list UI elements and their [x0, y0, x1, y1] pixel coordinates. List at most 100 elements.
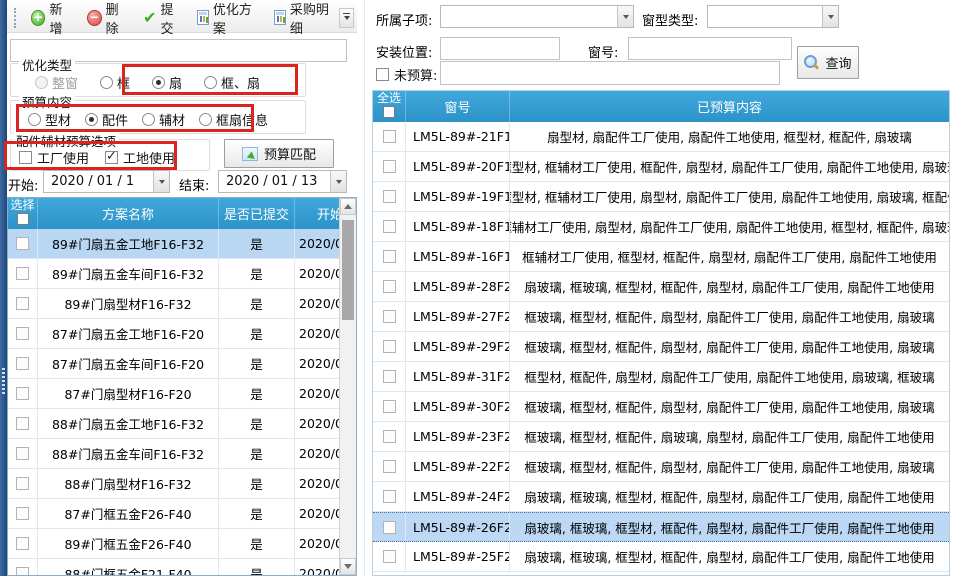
row-select-cell[interactable]: [373, 513, 406, 541]
row-checkbox[interactable]: [383, 130, 396, 143]
plan-table-row[interactable]: 87#门框五金F26-F40是2020/0: [8, 499, 340, 529]
row-checkbox[interactable]: [16, 507, 29, 520]
budget-table-row[interactable]: LM5L-89#-31F29框型材, 框配件, 扇型材, 扇配件工厂使用, 扇配…: [373, 362, 949, 392]
plan-table-row[interactable]: 88#门框五金F21-F40是2020/0: [8, 559, 340, 576]
budget-table-row[interactable]: LM5L-89#-30F28框玻璃, 框型材, 框配件, 扇型材, 扇配件工厂使…: [373, 392, 949, 422]
row-checkbox[interactable]: [16, 267, 29, 280]
row-select-cell[interactable]: [8, 559, 38, 576]
row-select-cell[interactable]: [373, 182, 406, 211]
row-checkbox[interactable]: [383, 400, 396, 413]
scrollbar-thumb[interactable]: [342, 220, 354, 320]
plan-table-row[interactable]: 89#门框五金F26-F40是2020/0: [8, 529, 340, 559]
row-checkbox[interactable]: [383, 220, 396, 233]
row-select-cell[interactable]: [373, 122, 406, 151]
budget-table-row[interactable]: LM5L-89#-24F22扇玻璃, 框玻璃, 框型材, 框配件, 扇型材, 扇…: [373, 482, 949, 512]
row-select-cell[interactable]: [8, 259, 38, 288]
budget-table-row[interactable]: LM5L-89#-28F26扇玻璃, 框玻璃, 框型材, 框配件, 扇型材, 扇…: [373, 272, 949, 302]
row-select-cell[interactable]: [373, 482, 406, 511]
chevron-down-icon[interactable]: [617, 6, 633, 27]
plan-table-row[interactable]: 88#门扇五金车间F16-F32是2020/0: [8, 439, 340, 469]
radio-option-3[interactable]: 框扇信息: [199, 110, 268, 129]
row-select-cell[interactable]: [373, 332, 406, 361]
plan-name-column-header[interactable]: 方案名称: [38, 198, 219, 229]
panel-splitter[interactable]: [357, 0, 372, 576]
row-checkbox[interactable]: [383, 430, 396, 443]
row-select-cell[interactable]: [373, 542, 406, 571]
budget-table-row[interactable]: LM5L-89#-25F23扇玻璃, 框玻璃, 框型材, 框配件, 扇型材, 扇…: [373, 542, 949, 572]
checkbox-option-1[interactable]: 工地使用: [105, 148, 175, 167]
budget-table-row[interactable]: LM5L-89#-27F25框玻璃, 框型材, 框配件, 扇型材, 扇配件工厂使…: [373, 302, 949, 332]
budget-table-row[interactable]: LM5L-89#-21F19扇型材, 扇配件工厂使用, 扇配件工地使用, 框型材…: [373, 122, 949, 152]
row-select-cell[interactable]: [8, 439, 38, 468]
row-checkbox[interactable]: [16, 477, 29, 490]
row-checkbox[interactable]: [383, 370, 396, 383]
row-checkbox[interactable]: [383, 460, 396, 473]
install-position-input[interactable]: [440, 37, 560, 60]
row-select-cell[interactable]: [373, 452, 406, 481]
dock-strip[interactable]: [0, 0, 7, 576]
budget-table-row[interactable]: LM5L-89#-29F27框玻璃, 框型材, 框配件, 扇型材, 扇配件工厂使…: [373, 332, 949, 362]
end-date-picker[interactable]: 2020 / 01 / 13: [218, 170, 347, 193]
row-checkbox[interactable]: [16, 567, 29, 576]
query-button[interactable]: 查询: [797, 46, 859, 79]
checkbox-option-0[interactable]: 工厂使用: [19, 148, 89, 167]
radio-option-2[interactable]: 辅材: [142, 110, 185, 129]
plan-table-row[interactable]: 88#门扇五金工地F16-F32是2020/0: [8, 409, 340, 439]
budgeted-column-header[interactable]: 已预算内容: [510, 91, 949, 122]
plan-table-row[interactable]: 89#门扇五金工地F16-F32是2020/0: [8, 229, 340, 259]
row-select-cell[interactable]: [373, 302, 406, 331]
plan-table-row[interactable]: 88#门扇型材F16-F32是2020/0: [8, 469, 340, 499]
scroll-up-icon[interactable]: [340, 198, 356, 215]
radio-option-1[interactable]: 配件: [85, 110, 128, 129]
toolbar-overflow-button[interactable]: [339, 8, 354, 28]
row-select-cell[interactable]: [8, 229, 38, 258]
plan-table-row[interactable]: 87#门扇五金工地F16-F20是2020/0: [8, 319, 340, 349]
row-select-cell[interactable]: [373, 212, 406, 241]
row-checkbox[interactable]: [16, 297, 29, 310]
row-select-cell[interactable]: [373, 392, 406, 421]
window-type-dropdown[interactable]: [707, 5, 839, 28]
row-select-cell[interactable]: [373, 422, 406, 451]
row-select-cell[interactable]: [8, 469, 38, 498]
radio-option-2[interactable]: 扇: [152, 73, 182, 92]
start-column-header[interactable]: 开始: [295, 198, 340, 229]
budget-match-button[interactable]: 预算匹配: [224, 139, 334, 168]
row-select-cell[interactable]: [8, 349, 38, 378]
chevron-down-icon[interactable]: [153, 171, 169, 192]
budget-table-row[interactable]: LM5L-89#-18F16框辅材工厂使用, 扇型材, 扇配件工厂使用, 扇配件…: [373, 212, 949, 242]
row-checkbox[interactable]: [16, 537, 29, 550]
budget-table-row[interactable]: LM5L-89#-23F21框玻璃, 框型材, 框配件, 扇玻璃, 扇型材, 扇…: [373, 422, 949, 452]
delete-button[interactable]: 删除: [81, 0, 135, 41]
budget-table-row[interactable]: LM5L-89#-16F15框辅材工厂使用, 框型材, 框配件, 扇型材, 扇配…: [373, 242, 949, 272]
plan-table-row[interactable]: 87#门扇五金车间F16-F20是2020/0: [8, 349, 340, 379]
budget-table-row[interactable]: LM5L-89#-20F18框型材, 框辅材工厂使用, 框配件, 扇型材, 扇配…: [373, 152, 949, 182]
row-checkbox[interactable]: [383, 550, 396, 563]
optimize-plan-button[interactable]: 优化方案: [191, 0, 266, 41]
row-select-cell[interactable]: [8, 409, 38, 438]
row-select-cell[interactable]: [373, 152, 406, 181]
row-checkbox[interactable]: [383, 250, 396, 263]
plan-table-row[interactable]: 87#门扇型材F16-F20是2020/0: [8, 379, 340, 409]
radio-option-1[interactable]: 框: [100, 73, 130, 92]
plan-table-scrollbar[interactable]: [339, 198, 356, 575]
row-checkbox[interactable]: [16, 237, 29, 250]
no-budget-input[interactable]: [440, 61, 780, 85]
row-checkbox[interactable]: [383, 310, 396, 323]
submitted-column-header[interactable]: 是否已提交: [219, 198, 295, 229]
radio-option-0[interactable]: 型材: [28, 110, 71, 129]
row-checkbox[interactable]: [383, 280, 396, 293]
start-date-picker[interactable]: 2020 / 01 / 1: [43, 170, 170, 193]
row-checkbox[interactable]: [16, 357, 29, 370]
row-checkbox[interactable]: [16, 327, 29, 340]
add-button[interactable]: 新增: [25, 0, 79, 41]
row-checkbox[interactable]: [383, 490, 396, 503]
no-budget-checkbox[interactable]: 未预算:: [376, 65, 437, 84]
sub-item-dropdown[interactable]: [440, 5, 634, 28]
row-select-cell[interactable]: [8, 289, 38, 318]
row-checkbox[interactable]: [383, 521, 396, 534]
row-select-cell[interactable]: [373, 272, 406, 301]
row-checkbox[interactable]: [16, 417, 29, 430]
select-all-checkbox[interactable]: [383, 106, 395, 118]
row-checkbox[interactable]: [383, 340, 396, 353]
plan-table-row[interactable]: 89#门扇五金车间F16-F32是2020/0: [8, 259, 340, 289]
